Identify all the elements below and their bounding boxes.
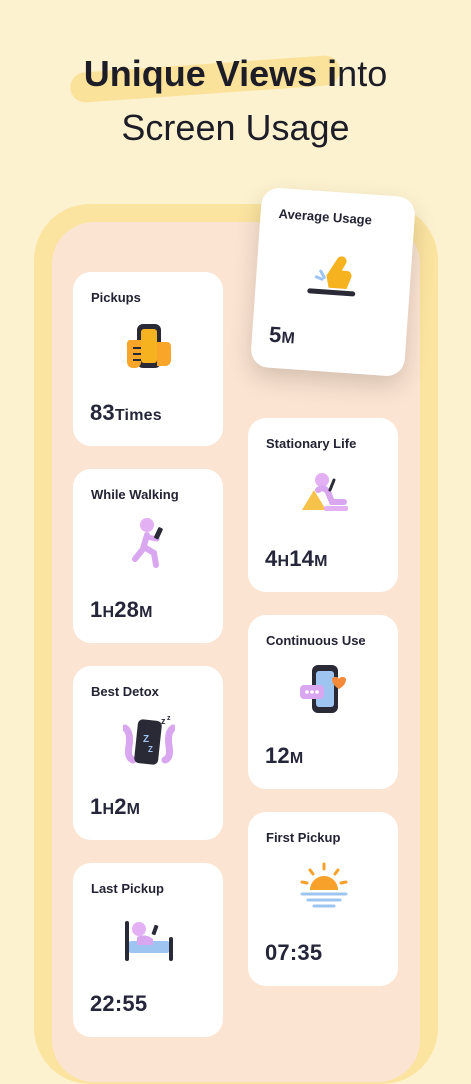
card-value: 22:55 (90, 991, 148, 1016)
card-title: While Walking (91, 487, 179, 502)
card-value: 1H28M (90, 597, 153, 622)
last-pickup-card[interactable]: Last Pickup 22:55 (73, 863, 223, 1037)
headline-regular-text: nto (337, 53, 388, 94)
sunrise-icon (298, 860, 350, 912)
stationary-life-card[interactable]: Stationary Life 4H14M (248, 418, 398, 592)
card-title: Average Usage (278, 206, 373, 228)
card-title: Pickups (91, 290, 141, 305)
hand-holding-phone-icon (123, 320, 175, 372)
headline-line2: Screen Usage (121, 107, 350, 148)
card-value: 4H14M (265, 546, 328, 571)
person-sitting-with-phone-icon (298, 466, 350, 518)
headline-bold-text: Unique Views i (83, 53, 338, 94)
svg-text:z: z (167, 715, 171, 722)
hand-tapping-icon (305, 244, 361, 300)
svg-text:Z: Z (143, 734, 149, 745)
card-title: First Pickup (266, 830, 341, 845)
headline: Unique Views into Screen Usage (0, 48, 471, 156)
card-value: 5M (268, 321, 296, 348)
pickups-card[interactable]: Pickups 83Times (73, 272, 223, 446)
first-pickup-card[interactable]: First Pickup 07:35 (248, 812, 398, 986)
continuous-use-card[interactable]: Continuous Use 12M (248, 615, 398, 789)
phone-with-chat-and-heart-icon (298, 663, 350, 715)
sleeping-phone-icon: Z Z z z (121, 714, 177, 766)
headline-line1: Unique Views into (69, 48, 388, 104)
average-usage-card[interactable]: Average Usage 5M (249, 186, 417, 378)
while-walking-card[interactable]: While Walking 1H28M (73, 469, 223, 643)
card-title: Continuous Use (266, 633, 366, 648)
person-in-bed-icon (123, 911, 175, 963)
card-title: Best Detox (91, 684, 159, 699)
card-value: 07:35 (265, 940, 323, 965)
svg-text:Z: Z (148, 745, 153, 754)
card-title: Stationary Life (266, 436, 357, 451)
card-value: 12M (265, 743, 304, 768)
svg-text:z: z (161, 716, 166, 726)
card-value: 1H2M (90, 794, 141, 819)
card-title: Last Pickup (91, 881, 164, 896)
card-value: 83Times (90, 400, 162, 425)
person-walking-with-phone-icon (123, 517, 175, 569)
best-detox-card[interactable]: Best Detox Z Z z z 1H2M (73, 666, 223, 840)
